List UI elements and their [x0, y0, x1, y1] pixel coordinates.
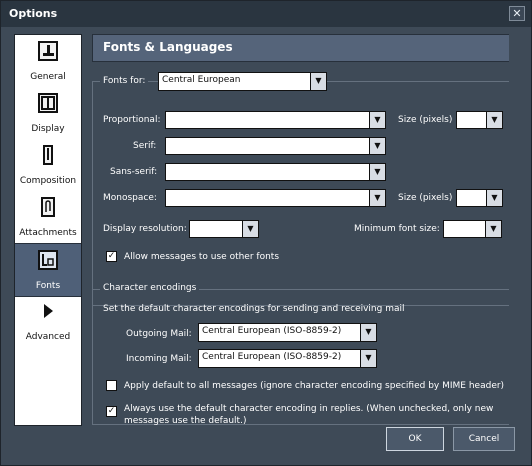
stamp-icon [38, 41, 58, 61]
cancel-button[interactable]: Cancel [453, 427, 515, 451]
sans-serif-select[interactable]: ▼ [165, 163, 386, 181]
serif-select[interactable]: ▼ [165, 137, 386, 155]
sidebar-item-attachments[interactable]: Attachments [15, 191, 81, 243]
outgoing-value: Central European (ISO-8859-2) [202, 326, 342, 336]
outgoing-select[interactable]: Central European (ISO-8859-2) ▼ [198, 323, 377, 342]
incoming-label: Incoming Mail: [126, 354, 192, 364]
always-use-default-label: Always use the default character encodin… [124, 404, 494, 426]
outgoing-label: Outgoing Mail: [126, 329, 192, 339]
chevron-down-icon: ▼ [310, 73, 326, 90]
arrow-icon [38, 301, 58, 321]
sidebar-item-general[interactable]: General [15, 35, 81, 87]
close-button[interactable]: ✕ [509, 6, 525, 21]
chevron-down-icon: ▼ [242, 221, 258, 237]
sidebar-item-label: Composition [19, 176, 77, 186]
display-resolution-label: Display resolution: [103, 224, 187, 234]
sidebar-item-composition[interactable]: Composition [15, 139, 81, 191]
chevron-down-icon: ▼ [369, 112, 385, 128]
incoming-select[interactable]: Central European (ISO-8859-2) ▼ [198, 349, 377, 368]
chevron-down-icon: ▼ [485, 221, 501, 237]
sidebar-item-fonts[interactable]: Fonts [15, 243, 81, 297]
ok-button[interactable]: OK [386, 427, 444, 451]
chevron-down-icon: ▼ [369, 138, 385, 154]
sidebar-item-label: Fonts [35, 281, 61, 291]
size-label: Size (pixels) [398, 115, 453, 125]
paperclip-icon [41, 197, 55, 217]
category-sidebar: General Display Composition Attachments … [14, 34, 82, 426]
window-title: Options [9, 7, 58, 20]
proportional-select[interactable]: ▼ [165, 111, 386, 129]
size-label: Size (pixels) [398, 193, 453, 203]
close-icon: ✕ [512, 7, 522, 20]
title-bar: Options ✕ [1, 1, 531, 27]
serif-label: Serif: [133, 141, 157, 151]
apply-default-label: Apply default to all messages (ignore ch… [124, 381, 505, 391]
chevron-down-icon: ▼ [369, 164, 385, 180]
chevron-down-icon: ▼ [486, 190, 502, 206]
chevron-down-icon: ▼ [360, 324, 376, 341]
min-font-size-label: Minimum font size: [354, 224, 440, 234]
sidebar-item-display[interactable]: Display [15, 87, 81, 139]
encodings-legend: Character encodings [100, 283, 200, 293]
chevron-down-icon: ▼ [486, 112, 502, 128]
panel-edge [509, 31, 521, 427]
display-resolution-select[interactable]: ▼ [189, 220, 259, 238]
sidebar-item-label: Attachments [19, 228, 77, 238]
panel-header: Fonts & Languages [92, 34, 515, 62]
allow-fonts-checkbox[interactable]: ✓ [106, 251, 117, 262]
encodings-description: Set the default character encodings for … [103, 304, 405, 314]
monospace-label: Monospace: [103, 193, 157, 203]
allow-fonts-label: Allow messages to use other fonts [124, 252, 280, 262]
sidebar-item-advanced[interactable]: Advanced [15, 295, 81, 347]
pen-icon [43, 145, 53, 165]
check-icon: ✓ [107, 251, 116, 261]
apply-default-checkbox[interactable] [106, 380, 117, 391]
sans-serif-label: Sans-serif: [110, 167, 158, 177]
fonts-for-value: Central European [162, 75, 241, 85]
sidebar-item-label: General [30, 72, 66, 82]
window-icon [38, 93, 58, 113]
proportional-label: Proportional: [103, 115, 161, 125]
monospace-size-select[interactable]: ▼ [456, 189, 503, 207]
monospace-select[interactable]: ▼ [165, 189, 386, 207]
min-font-size-select[interactable]: ▼ [443, 220, 502, 238]
chevron-down-icon: ▼ [369, 190, 385, 206]
options-window: Options ✕ General Display Composition At… [0, 0, 532, 466]
chevron-down-icon: ▼ [360, 350, 376, 367]
incoming-value: Central European (ISO-8859-2) [202, 352, 342, 362]
font-icon [38, 250, 58, 270]
check-icon: ✓ [107, 406, 116, 416]
always-use-default-checkbox[interactable]: ✓ [106, 406, 117, 417]
sidebar-item-label: Advanced [25, 332, 71, 342]
fonts-for-label: Fonts for: [100, 76, 149, 86]
sidebar-item-label: Display [31, 124, 65, 134]
proportional-size-select[interactable]: ▼ [456, 111, 503, 129]
page-title: Fonts & Languages [103, 40, 233, 54]
fonts-for-select[interactable]: Central European ▼ [158, 72, 327, 91]
main-panel: Fonts & Languages Fonts for: Central Eur… [92, 34, 515, 426]
